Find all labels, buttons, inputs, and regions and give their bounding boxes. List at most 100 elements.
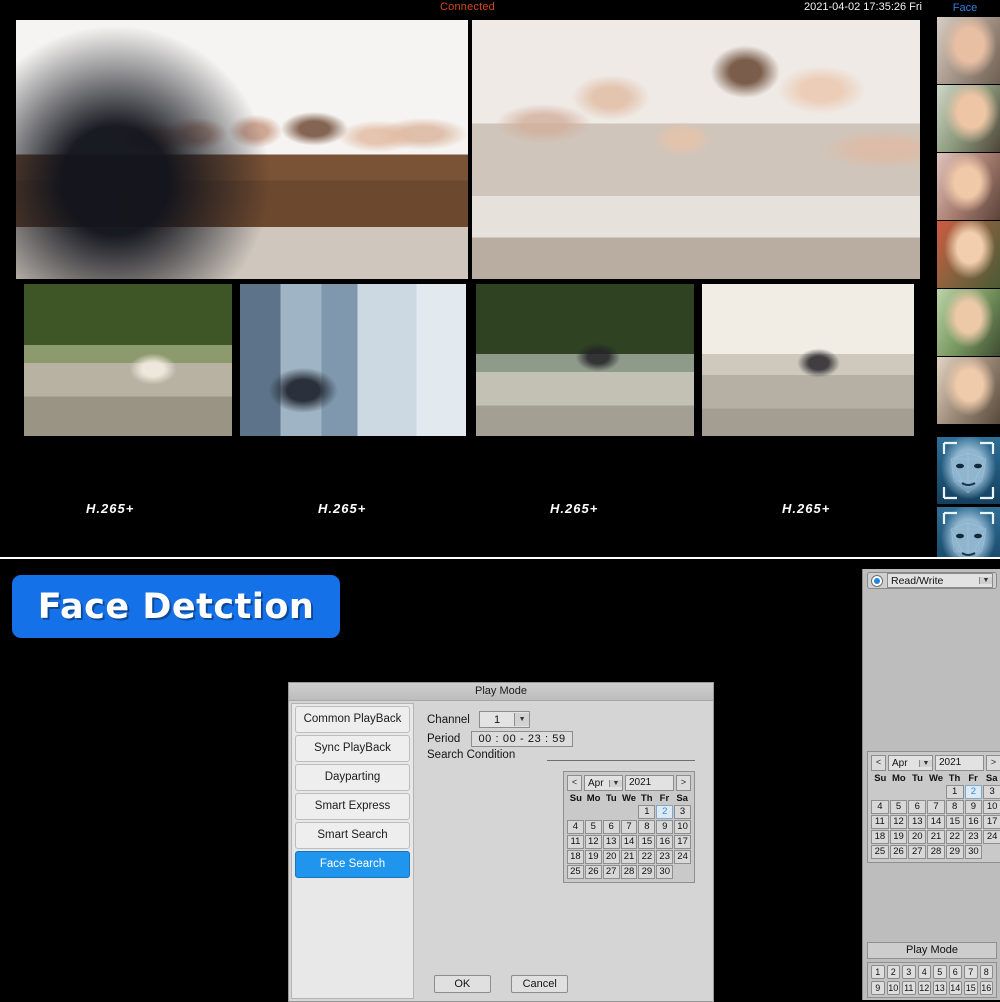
calendar-day-20[interactable]: 20 [908,830,926,844]
calendar-day-15[interactable]: 15 [638,835,655,849]
playback-mode-dayparting[interactable]: Dayparting [295,764,410,791]
calendar-prev-button[interactable]: < [567,775,582,791]
calendar-day-30[interactable]: 30 [965,845,983,859]
video-cell-channel-6[interactable] [702,284,914,436]
face-thumbnail[interactable] [937,221,1000,288]
calendar-day-27[interactable]: 27 [603,865,620,879]
calendar-day-28[interactable]: 28 [621,865,638,879]
calendar-day-11[interactable]: 11 [567,835,584,849]
calendar-day-21[interactable]: 21 [621,850,638,864]
calendar-day-12[interactable]: 12 [585,835,602,849]
calendar-year-input[interactable]: 2021 [625,775,674,791]
channel-button-12[interactable]: 12 [918,981,932,995]
video-cell-channel-3[interactable] [24,284,232,436]
calendar-day-9[interactable]: 9 [965,800,983,814]
calendar-day-12[interactable]: 12 [890,815,908,829]
calendar-day-9[interactable]: 9 [656,820,673,834]
calendar-month-select[interactable]: Apr ▼ [584,775,623,791]
calendar-day-8[interactable]: 8 [946,800,964,814]
calendar-day-19[interactable]: 19 [585,850,602,864]
channel-button-1[interactable]: 1 [871,965,885,979]
calendar-day-3[interactable]: 3 [674,805,691,819]
playback-mode-smart-search[interactable]: Smart Search [295,822,410,849]
calendar-day-27[interactable]: 27 [908,845,926,859]
calendar-day-2[interactable]: 2 [656,805,673,819]
calendar-day-13[interactable]: 13 [603,835,620,849]
face-thumbnail[interactable] [937,289,1000,356]
calendar-day-17[interactable]: 17 [674,835,691,849]
channel-button-14[interactable]: 14 [949,981,963,995]
face-thumbnail[interactable] [937,153,1000,220]
channel-button-7[interactable]: 7 [964,965,978,979]
calendar-day-10[interactable]: 10 [674,820,691,834]
calendar-day-25[interactable]: 25 [567,865,584,879]
calendar-day-5[interactable]: 5 [890,800,908,814]
calendar-day-25[interactable]: 25 [871,845,889,859]
calendar-day-14[interactable]: 14 [927,815,945,829]
calendar-day-17[interactable]: 17 [983,815,1000,829]
calendar-month-select[interactable]: Apr ▼ [888,755,933,771]
video-cell-channel-1[interactable] [16,20,468,279]
tab-face[interactable]: Face [930,0,1000,17]
playback-mode-face-search[interactable]: Face Search [295,851,410,878]
playback-mode-common-playback[interactable]: Common PlayBack [295,706,410,733]
calendar-day-26[interactable]: 26 [890,845,908,859]
calendar-day-5[interactable]: 5 [585,820,602,834]
calendar-day-2[interactable]: 2 [965,785,983,799]
channel-button-6[interactable]: 6 [949,965,963,979]
calendar-day-10[interactable]: 10 [983,800,1000,814]
calendar-day-29[interactable]: 29 [638,865,655,879]
channel-button-5[interactable]: 5 [933,965,947,979]
channel-select[interactable]: 1 ▼ [479,711,530,728]
period-input[interactable]: 00 : 00 - 23 : 59 [471,731,572,747]
calendar-day-23[interactable]: 23 [965,830,983,844]
calendar-day-18[interactable]: 18 [871,830,889,844]
video-cell-channel-2[interactable] [472,20,920,279]
channel-button-9[interactable]: 9 [871,981,885,995]
calendar-day-24[interactable]: 24 [983,830,1000,844]
calendar-day-29[interactable]: 29 [946,845,964,859]
calendar-day-6[interactable]: 6 [908,800,926,814]
video-cell-channel-5[interactable] [476,284,694,436]
face-thumbnail[interactable] [937,17,1000,84]
calendar-day-6[interactable]: 6 [603,820,620,834]
cancel-button[interactable]: Cancel [511,975,568,993]
playback-mode-sync-playback[interactable]: Sync PlayBack [295,735,410,762]
calendar-day-16[interactable]: 16 [965,815,983,829]
channel-button-4[interactable]: 4 [918,965,932,979]
face-recognition-thumbnail[interactable] [937,437,1000,504]
calendar-day-1[interactable]: 1 [946,785,964,799]
calendar-day-7[interactable]: 7 [621,820,638,834]
calendar-year-input[interactable]: 2021 [935,755,984,771]
face-thumbnail[interactable] [937,85,1000,152]
channel-button-2[interactable]: 2 [887,965,901,979]
calendar-day-15[interactable]: 15 [946,815,964,829]
calendar-day-24[interactable]: 24 [674,850,691,864]
ok-button[interactable]: OK [434,975,491,993]
channel-button-16[interactable]: 16 [980,981,994,995]
calendar-day-16[interactable]: 16 [656,835,673,849]
channel-button-11[interactable]: 11 [902,981,916,995]
calendar-day-7[interactable]: 7 [927,800,945,814]
calendar-day-22[interactable]: 22 [638,850,655,864]
calendar-day-19[interactable]: 19 [890,830,908,844]
calendar-day-23[interactable]: 23 [656,850,673,864]
channel-button-13[interactable]: 13 [933,981,947,995]
calendar-day-18[interactable]: 18 [567,850,584,864]
video-cell-channel-4[interactable] [240,284,466,436]
calendar-day-22[interactable]: 22 [946,830,964,844]
calendar-day-11[interactable]: 11 [871,815,889,829]
calendar-next-button[interactable]: > [986,755,1000,771]
access-mode-select[interactable]: Read/Write ▼ [887,573,993,588]
calendar-day-8[interactable]: 8 [638,820,655,834]
face-thumbnail[interactable] [937,357,1000,424]
calendar-day-4[interactable]: 4 [567,820,584,834]
calendar-day-1[interactable]: 1 [638,805,655,819]
channel-button-10[interactable]: 10 [887,981,901,995]
calendar-day-30[interactable]: 30 [656,865,673,879]
calendar-day-13[interactable]: 13 [908,815,926,829]
calendar-day-28[interactable]: 28 [927,845,945,859]
calendar-day-14[interactable]: 14 [621,835,638,849]
calendar-day-3[interactable]: 3 [983,785,1000,799]
calendar-day-4[interactable]: 4 [871,800,889,814]
